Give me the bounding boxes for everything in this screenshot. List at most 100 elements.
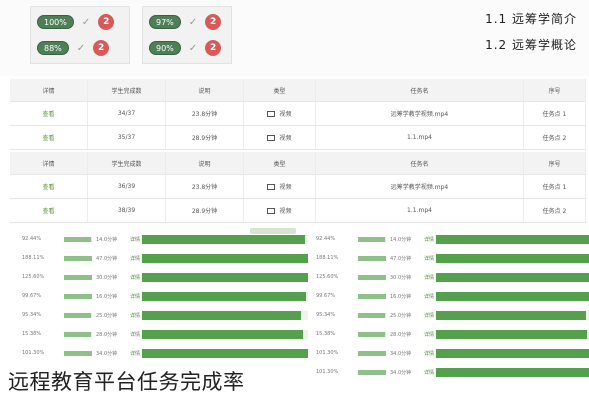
progress-label: 34.0分钟	[390, 370, 412, 376]
detail-chip[interactable]: 详情	[130, 312, 140, 319]
progress-rate: 125.60%	[316, 274, 339, 280]
header-seq: 序号	[524, 152, 586, 174]
progress-bar-fill	[142, 292, 307, 301]
mini-bar	[358, 351, 386, 356]
progress-label: 25.0分钟	[390, 313, 412, 319]
view-link[interactable]: 查看	[10, 175, 88, 198]
task-name[interactable]: 1.1.mp4	[316, 126, 524, 149]
progress-rate: 15.38%	[22, 331, 42, 337]
detail-chip[interactable]: 详情	[130, 255, 140, 262]
progress-label: 16.0分钟	[96, 294, 118, 300]
header-done: 学生完成数	[88, 79, 166, 101]
table-header: 详情 学生完成数 说明 类型 任务名 序号	[10, 152, 586, 175]
progress-bar	[436, 254, 589, 263]
progress-rate: 101.30%	[316, 350, 339, 356]
type-label: 视频	[279, 184, 292, 191]
detail-chip[interactable]: 详情	[130, 293, 140, 300]
progress-label: 47.0分钟	[96, 256, 118, 262]
type-cell: 视频	[244, 102, 316, 125]
progress-rate: 101.30%	[316, 369, 339, 375]
progress-rate: 101.30%	[22, 350, 45, 356]
header-type: 类型	[244, 152, 316, 174]
progress-rate: 95.34%	[316, 312, 336, 318]
detail-chip[interactable]: 详情	[424, 274, 434, 281]
detail-chip[interactable]: 详情	[424, 293, 434, 300]
task-name[interactable]: 远筹学教学视频.mp4	[316, 175, 524, 198]
detail-chip[interactable]: 详情	[130, 350, 140, 357]
progress-label: 14.0分钟	[390, 237, 412, 243]
header-desc: 说明	[166, 152, 244, 174]
completion-pill: 90%	[149, 41, 181, 55]
progress-bar-fill	[436, 292, 589, 301]
stats-panel-left: 100% ✓ 2 88% ✓ 2	[30, 6, 130, 64]
mini-bar	[358, 237, 386, 242]
mini-bar-fill	[64, 313, 91, 318]
progress-label: 34.0分钟	[390, 351, 412, 357]
type-cell: 视频	[244, 126, 316, 149]
count-badge: 2	[93, 40, 110, 56]
detail-chip[interactable]: 详情	[424, 331, 434, 338]
mini-bar-fill	[64, 256, 92, 261]
progress-row: 95.34% 25.0分钟 详情	[22, 310, 308, 322]
task-seq: 任务点 1	[524, 175, 586, 198]
progress-bar-fill	[142, 330, 304, 339]
type-label: 视频	[279, 111, 292, 118]
view-link[interactable]: 查看	[10, 199, 88, 222]
progress-bar	[142, 292, 308, 301]
check-icon: ✓	[81, 16, 91, 28]
progress-bar-fill	[142, 349, 308, 358]
mini-bar-fill	[358, 370, 386, 375]
detail-chip[interactable]: 详情	[130, 236, 140, 243]
detail-chip[interactable]: 详情	[424, 369, 434, 376]
detail-chip[interactable]: 详情	[424, 255, 434, 262]
progress-bar-fill	[436, 368, 589, 377]
stat-row: 100% ✓ 2	[37, 13, 115, 31]
progress-bar	[436, 273, 589, 282]
stat-row: 97% ✓ 2	[149, 13, 222, 31]
header-detail: 详情	[10, 79, 88, 101]
progress-row: 101.30% 34.0分钟 详情	[316, 367, 589, 379]
progress-row: 188.11% 47.0分钟 详情	[22, 253, 308, 265]
task-name[interactable]: 远筹学教学视频.mp4	[316, 102, 524, 125]
progress-bar-fill	[436, 330, 588, 339]
progress-rate: 15.38%	[316, 331, 336, 337]
progress-label: 30.0分钟	[96, 275, 118, 281]
detail-chip[interactable]: 详情	[130, 274, 140, 281]
view-link[interactable]: 查看	[10, 102, 88, 125]
mini-bar	[358, 275, 386, 280]
chapter-title[interactable]: 1.2 远筹学概论	[485, 36, 577, 53]
mini-bar-fill	[64, 237, 92, 242]
detail-chip[interactable]: 详情	[424, 350, 434, 357]
progress-row: 101.30% 34.0分钟 详情	[316, 348, 589, 360]
header-type: 类型	[244, 79, 316, 101]
duration: 23.8分钟	[166, 175, 244, 198]
chapter-title[interactable]: 1.1 远筹学简介	[485, 10, 577, 27]
progress-bar	[436, 311, 589, 320]
course-summary: 100% ✓ 2 88% ✓ 2 97% ✓ 2 90% ✓ 2 1.1 远筹学…	[0, 0, 589, 76]
mini-bar-fill	[358, 294, 386, 299]
duration: 28.9分钟	[166, 199, 244, 222]
mini-bar-fill	[64, 332, 92, 337]
progress-row: 125.60% 30.0分钟 详情	[22, 272, 308, 284]
progress-rate: 188.11%	[22, 255, 45, 261]
mini-bar-fill	[64, 351, 92, 356]
detail-chip[interactable]: 详情	[424, 236, 434, 243]
detail-chip[interactable]: 详情	[424, 312, 434, 319]
progress-bar	[436, 292, 589, 301]
header-name: 任务名	[316, 152, 524, 174]
check-icon: ✓	[188, 42, 198, 54]
mini-bar	[64, 313, 92, 318]
mini-bar	[64, 237, 92, 242]
page-caption: 远程教育平台任务完成率	[4, 366, 249, 396]
progress-row: 99.67% 16.0分钟 详情	[316, 291, 589, 303]
type-label: 视频	[279, 208, 292, 215]
task-seq: 任务点 2	[524, 126, 586, 149]
progress-rate: 99.67%	[316, 293, 336, 299]
view-link[interactable]: 查看	[10, 126, 88, 149]
progress-row: 15.38% 28.0分钟 详情	[316, 329, 589, 341]
detail-chip[interactable]: 详情	[130, 331, 140, 338]
task-name[interactable]: 1.1.mp4	[316, 199, 524, 222]
task-table: 详情 学生完成数 说明 类型 任务名 序号 查看 34/37 23.8分钟 视频…	[10, 79, 586, 150]
progress-rate: 99.67%	[22, 293, 42, 299]
monitor-icon	[267, 207, 276, 214]
